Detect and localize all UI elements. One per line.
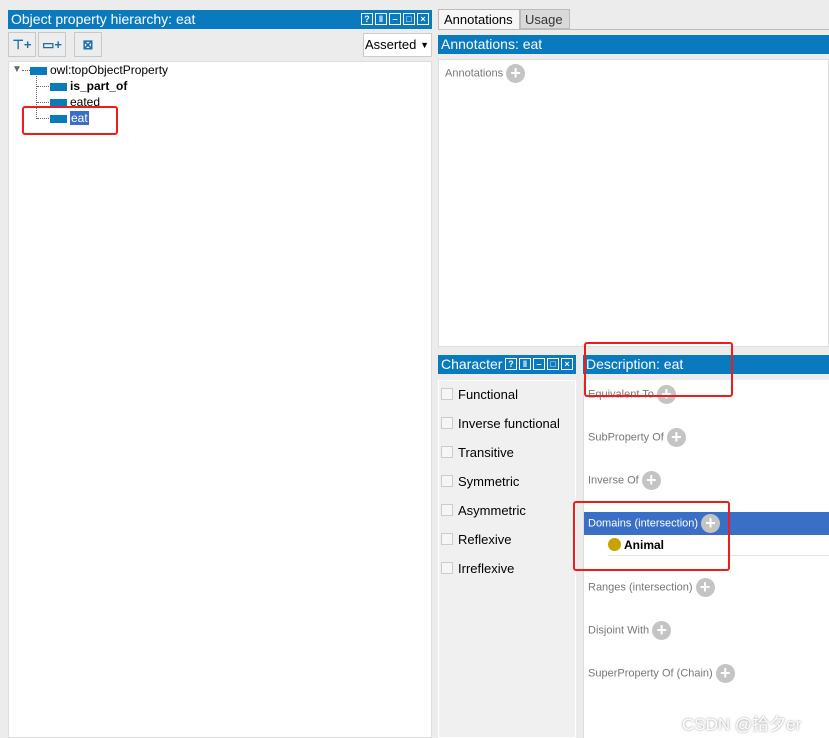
add-range-button[interactable]: + <box>695 578 715 597</box>
checkbox-functional[interactable]: Functional <box>441 387 518 402</box>
highlight-box <box>573 501 730 571</box>
close-icon[interactable]: × <box>417 13 429 25</box>
chevron-down-icon: ▼ <box>420 40 429 50</box>
checkbox-irreflexive[interactable]: Irreflexive <box>441 561 514 576</box>
tree-node[interactable]: is_part_of <box>50 79 127 93</box>
checkbox-reflexive[interactable]: Reflexive <box>441 532 511 547</box>
split-icon[interactable]: ‖ <box>375 13 387 25</box>
minimize-icon[interactable]: – <box>389 13 401 25</box>
watermark: CSDN @拾夕er <box>682 715 802 734</box>
add-disjoint-button[interactable]: + <box>652 621 672 640</box>
property-icon <box>50 82 67 91</box>
delete-property-button[interactable]: ⊠ <box>74 32 102 57</box>
add-sub-property-button[interactable]: ⊤+ <box>8 32 36 57</box>
add-annotation-button[interactable]: + <box>506 64 526 83</box>
checkbox-asymmetric[interactable]: Asymmetric <box>441 503 526 518</box>
section-ranges: Ranges (intersection) + <box>588 578 715 597</box>
highlight-box <box>584 342 733 397</box>
maximize-icon[interactable]: □ <box>547 358 559 370</box>
add-inverse-button[interactable]: + <box>641 471 661 490</box>
section-disjoint-with: Disjoint With + <box>588 621 672 640</box>
characteristics-panel <box>438 380 576 738</box>
hierarchy-header: Object property hierarchy: eat ? ‖ – □ × <box>8 10 432 29</box>
help-icon[interactable]: ? <box>361 13 373 25</box>
checkbox-transitive[interactable]: Transitive <box>441 445 514 460</box>
section-subproperty-of: SubProperty Of + <box>588 428 686 447</box>
section-inverse-of: Inverse Of + <box>588 471 661 490</box>
property-icon <box>30 66 47 75</box>
close-icon[interactable]: × <box>561 358 573 370</box>
characteristics-header: Characteristics ?‖–□× <box>438 355 576 374</box>
tree-node-root[interactable]: owl:topObjectProperty <box>30 63 168 77</box>
hierarchy-tree <box>8 61 432 738</box>
checkbox-symmetric[interactable]: Symmetric <box>441 474 519 489</box>
annotations-panel <box>438 59 829 347</box>
help-icon[interactable]: ? <box>505 358 517 370</box>
tab-annotations[interactable]: Annotations <box>438 9 520 30</box>
hierarchy-title: Object property hierarchy: eat <box>11 11 196 27</box>
annotations-section: Annotations + <box>445 64 526 83</box>
add-subproperty-button[interactable]: + <box>666 428 686 447</box>
annotations-header: Annotations: eat <box>438 35 829 54</box>
maximize-icon[interactable]: □ <box>403 13 415 25</box>
highlight-box <box>22 106 118 135</box>
expand-toggle-icon[interactable]: ▼ <box>12 64 22 75</box>
add-sibling-property-button[interactable]: ▭+ <box>38 32 66 57</box>
split-icon[interactable]: ‖ <box>519 358 531 370</box>
tab-usage[interactable]: Usage <box>520 9 570 29</box>
add-chain-button[interactable]: + <box>715 664 735 683</box>
section-superproperty-chain: SuperProperty Of (Chain) + <box>588 664 735 683</box>
checkbox-inverse-functional[interactable]: Inverse functional <box>441 416 560 431</box>
minimize-icon[interactable]: – <box>533 358 545 370</box>
mode-select[interactable]: Asserted ▼ <box>363 33 432 57</box>
